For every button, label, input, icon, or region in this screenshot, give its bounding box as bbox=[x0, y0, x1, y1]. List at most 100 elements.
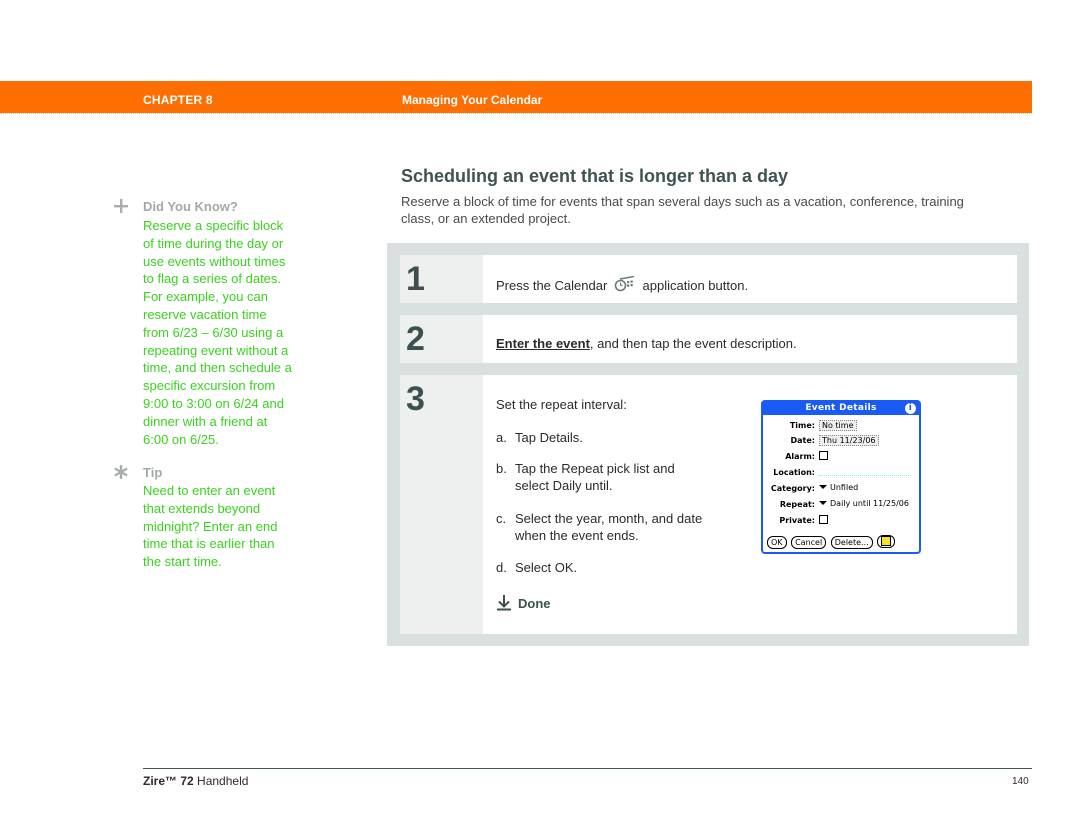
sidebar-text-line: repeating event without a bbox=[143, 342, 289, 358]
did-you-know-text: Reserve a specific block of time during t… bbox=[143, 217, 318, 448]
category-label: Category: bbox=[770, 484, 815, 493]
substep-c: c. Select the year, month, and date when … bbox=[496, 511, 702, 544]
steps-frame: 1 Press the Calendar application button.… bbox=[387, 243, 1029, 646]
time-label: Time: bbox=[789, 421, 815, 430]
substep-label: c. bbox=[496, 511, 507, 526]
product-suffix: Handheld bbox=[193, 774, 249, 788]
done-marker: Done bbox=[496, 595, 551, 614]
step-1: 1 Press the Calendar application button. bbox=[400, 255, 1017, 303]
asterisk-icon bbox=[114, 465, 128, 479]
chapter-label: CHAPTER 8 bbox=[143, 93, 213, 107]
plus-icon bbox=[114, 199, 128, 213]
sidebar-text-line: Reserve a specific block bbox=[143, 218, 284, 233]
private-checkbox[interactable] bbox=[819, 515, 828, 524]
category-picker[interactable]: Unfiled bbox=[819, 483, 858, 492]
did-you-know-heading: Did You Know? bbox=[143, 199, 238, 214]
alarm-value bbox=[819, 451, 828, 461]
page-number: 140 bbox=[1012, 776, 1029, 787]
sidebar-text-line: from 6/23 – 6/30 using a bbox=[143, 324, 284, 340]
category-value: Unfiled bbox=[830, 483, 859, 492]
step-number: 3 bbox=[406, 380, 425, 418]
date-row: Date: Thu 11/23/06 bbox=[763, 434, 919, 448]
intro-line: class, or an extended project. bbox=[401, 210, 571, 226]
location-field[interactable] bbox=[819, 467, 911, 476]
sidebar-text-line: time, and then schedule a bbox=[143, 360, 292, 376]
intro-line: Reserve a block of time for events that … bbox=[401, 194, 964, 209]
private-row: Private: bbox=[763, 514, 919, 528]
dialog-title-bar: Event Details i bbox=[763, 402, 919, 415]
location-label: Location: bbox=[773, 468, 815, 477]
sidebar-text-line: of time during the day or bbox=[143, 235, 284, 251]
dialog-title: Event Details bbox=[805, 403, 877, 413]
calendar-button-icon bbox=[614, 275, 636, 292]
substep-d: d. Select OK. bbox=[496, 560, 577, 577]
section-title: Scheduling an event that is longer than … bbox=[401, 166, 789, 186]
product-name: Zire™ 72 bbox=[143, 774, 194, 788]
note-button[interactable] bbox=[877, 535, 896, 548]
alarm-label: Alarm: bbox=[785, 452, 815, 461]
dropdown-triangle-icon bbox=[819, 485, 827, 489]
footer-divider bbox=[143, 768, 1032, 769]
step-3-text: Set the repeat interval: bbox=[496, 397, 627, 412]
substep-label: a. bbox=[496, 430, 507, 445]
category-row: Category: Unfiled bbox=[763, 482, 919, 496]
substep-a: a. Tap Details. bbox=[496, 430, 583, 447]
repeat-value: Daily until 11/25/06 bbox=[830, 499, 909, 508]
substep-text: Tap the Repeat pick list and bbox=[515, 461, 675, 476]
done-arrow-icon bbox=[496, 595, 512, 614]
step-text-after: , and then tap the event description. bbox=[589, 336, 797, 351]
delete-button[interactable]: Delete... bbox=[830, 536, 873, 549]
sidebar-text-line: Need to enter an event bbox=[143, 483, 276, 498]
substep-b: b. Tap the Repeat pick list and select Da… bbox=[496, 461, 675, 494]
cancel-button[interactable]: Cancel bbox=[791, 536, 827, 549]
dialog-buttons: OK Cancel Delete... bbox=[767, 535, 897, 549]
sidebar-text-line: dinner with a friend at bbox=[143, 413, 268, 429]
time-row: Time: No time bbox=[763, 419, 919, 433]
substep-label: b. bbox=[496, 461, 507, 476]
sidebar-text-line: midnight? Enter an end bbox=[143, 518, 278, 534]
dropdown-triangle-icon bbox=[819, 501, 827, 505]
tip-text: Need to enter an event that extends beyon… bbox=[143, 482, 318, 571]
enter-the-event-link[interactable]: Enter the event bbox=[496, 336, 590, 351]
ok-button[interactable]: OK bbox=[767, 536, 787, 549]
step-number: 2 bbox=[406, 320, 425, 358]
step-2: 2 Enter the event, and then tap the even… bbox=[400, 315, 1017, 363]
repeat-label: Repeat: bbox=[779, 500, 815, 509]
tip-heading: Tip bbox=[143, 465, 163, 480]
substep-text: Select OK. bbox=[515, 560, 578, 575]
step-number: 1 bbox=[406, 260, 425, 298]
sidebar-text-line: For example, you can bbox=[143, 289, 269, 305]
date-selector[interactable]: Thu 11/23/06 bbox=[819, 435, 879, 446]
date-label: Date: bbox=[790, 436, 816, 445]
location-value bbox=[819, 467, 911, 478]
intro-paragraph: Reserve a block of time for events that … bbox=[401, 194, 1031, 227]
info-icon[interactable]: i bbox=[905, 403, 916, 414]
repeat-row: Repeat: Daily until 11/25/06 bbox=[763, 498, 919, 512]
private-value bbox=[819, 515, 828, 525]
sidebar-text-line: use events without times bbox=[143, 253, 286, 269]
step-2-text: Enter the event, and then tap the event … bbox=[496, 336, 797, 351]
footer-product: Zire™ 72 Handheld bbox=[143, 774, 248, 788]
sidebar-text-line: 6:00 on 6/25. bbox=[143, 431, 219, 447]
private-label: Private: bbox=[779, 516, 815, 525]
sidebar-text-line: to flag a series of dates. bbox=[143, 271, 282, 287]
alarm-checkbox[interactable] bbox=[819, 451, 828, 460]
time-selector[interactable]: No time bbox=[819, 420, 857, 431]
sidebar-text-line: time that is earlier than bbox=[143, 536, 275, 552]
substep-text: when the event ends. bbox=[515, 527, 639, 543]
sidebar-text-line: the start time. bbox=[143, 554, 222, 570]
substep-text: select Daily until. bbox=[515, 477, 613, 493]
location-row: Location: bbox=[763, 466, 919, 480]
chapter-title: Managing Your Calendar bbox=[402, 93, 543, 107]
note-icon bbox=[881, 536, 892, 546]
substep-text: Tap Details. bbox=[515, 430, 583, 445]
header-divider bbox=[0, 113, 1032, 115]
repeat-picker[interactable]: Daily until 11/25/06 bbox=[819, 499, 909, 508]
step-text-after: application button. bbox=[642, 278, 749, 293]
sidebar-text-line: 9:00 to 3:00 on 6/24 and bbox=[143, 395, 284, 411]
step-text-before: Press the Calendar bbox=[496, 278, 608, 293]
step-1-text: Press the Calendar application button. bbox=[496, 275, 749, 293]
sidebar-text-line: reserve vacation time bbox=[143, 306, 267, 322]
event-details-dialog: Event Details i Time: No time Date: Thu … bbox=[761, 400, 921, 554]
substep-text: Select the year, month, and date bbox=[515, 511, 703, 526]
